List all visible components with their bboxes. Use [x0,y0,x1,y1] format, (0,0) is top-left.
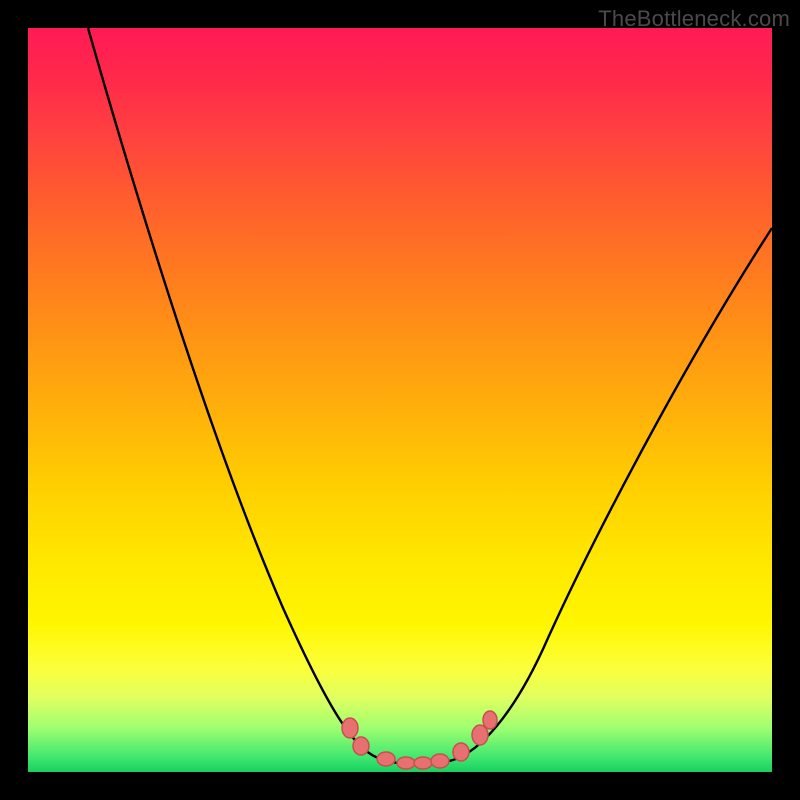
chart-frame: TheBottleneck.com [0,0,800,800]
marker-dot [397,757,415,769]
marker-dot [483,711,497,729]
watermark-text: TheBottleneck.com [598,6,790,32]
marker-dot [342,718,358,738]
curve-markers [342,711,497,769]
marker-dot [453,743,469,761]
curve-path [88,28,772,764]
marker-dot [431,754,449,768]
marker-dot [377,752,395,766]
bottleneck-curve [28,28,772,772]
marker-dot [414,757,432,769]
marker-dot [353,737,369,755]
chart-plot-area [28,28,772,772]
